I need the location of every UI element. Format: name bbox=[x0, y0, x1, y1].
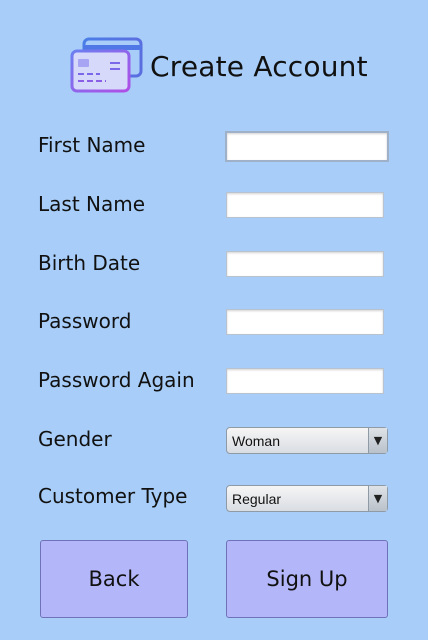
back-button[interactable]: Back bbox=[40, 540, 188, 618]
first-name-label: First Name bbox=[38, 133, 146, 157]
password-field[interactable] bbox=[226, 309, 384, 335]
password-again-label: Password Again bbox=[38, 368, 195, 392]
gender-select[interactable]: Woman ▼ bbox=[226, 427, 388, 454]
birth-date-label: Birth Date bbox=[38, 251, 141, 275]
credit-cards-icon bbox=[70, 36, 146, 96]
customer-type-selected-value: Regular bbox=[232, 490, 282, 507]
password-label: Password bbox=[38, 309, 132, 333]
header: Create Account bbox=[70, 36, 368, 96]
page-title: Create Account bbox=[150, 49, 368, 83]
last-name-label: Last Name bbox=[38, 192, 146, 216]
chevron-down-icon[interactable]: ▼ bbox=[368, 428, 387, 453]
birth-date-field[interactable] bbox=[226, 251, 384, 277]
password-again-field[interactable] bbox=[226, 368, 384, 394]
chevron-down-icon[interactable]: ▼ bbox=[368, 486, 387, 511]
gender-selected-value: Woman bbox=[232, 432, 280, 449]
first-name-field[interactable] bbox=[225, 131, 389, 162]
customer-type-label: Customer Type bbox=[38, 484, 188, 508]
sign-up-button[interactable]: Sign Up bbox=[226, 540, 388, 618]
gender-label: Gender bbox=[38, 427, 112, 451]
customer-type-select[interactable]: Regular ▼ bbox=[226, 485, 388, 512]
last-name-field[interactable] bbox=[226, 192, 384, 218]
